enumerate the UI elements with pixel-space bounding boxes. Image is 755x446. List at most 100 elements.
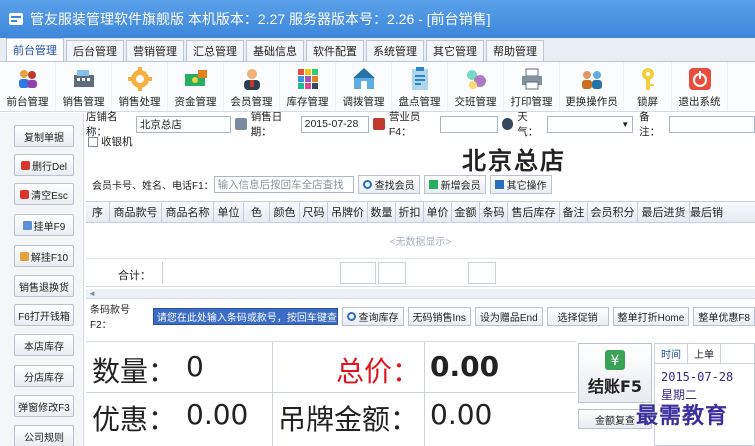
barcode-input[interactable]: 请您在此处输入条码或款号，按回车键查找 — [152, 307, 338, 325]
tab-other[interactable]: 其它管理 — [426, 40, 484, 61]
toolbar-switch-operator-button[interactable]: 更换操作员 — [560, 62, 624, 111]
clerk-field[interactable] — [440, 115, 498, 133]
weather-select[interactable]: ▼ — [547, 115, 634, 133]
info-icon — [494, 179, 504, 189]
set-as-gift-button[interactable]: 设为赠品End — [474, 306, 543, 326]
store-stock-button[interactable]: 本店库存 — [14, 334, 74, 356]
window-titlebar: 管友服装管理软件旗舰版 本机版本：2.27 服务器版本号：2.26 - [前台销… — [0, 0, 755, 38]
toolbar-exit-button[interactable]: 退出系统 — [672, 62, 728, 111]
tab-last-order[interactable]: 上单 — [688, 344, 721, 363]
column-header[interactable]: 色 — [244, 202, 270, 222]
clipboard-icon — [411, 67, 428, 90]
calendar-icon[interactable] — [373, 118, 385, 130]
release-order-button[interactable]: 解挂F10 — [14, 245, 74, 267]
column-header[interactable]: 单位 — [214, 202, 244, 222]
switch-user-icon — [581, 71, 602, 89]
summary-divider — [272, 342, 273, 446]
toolbar-front-desk-button[interactable]: 前台管理 — [0, 62, 56, 111]
tab-front-desk[interactable]: 前台管理 — [6, 38, 64, 61]
clear-button[interactable]: 清空Esc — [14, 183, 74, 205]
total-qty-cell — [340, 262, 376, 284]
no-barcode-sale-button[interactable]: 无码销售Ins — [407, 306, 471, 326]
toolbar-inventory-button[interactable]: 库存管理 — [280, 62, 336, 111]
open-cash-drawer-button[interactable]: F6打开钱箱 — [14, 304, 74, 326]
window-title: 管友服装管理软件旗舰版 本机版本：2.27 服务器版本号：2.26 - [前台销… — [30, 11, 491, 27]
note-label: 备注： — [639, 111, 661, 138]
scroll-left-icon[interactable]: ◄ — [88, 289, 96, 298]
column-header[interactable]: 最后进货 — [638, 202, 690, 222]
printer-icon — [521, 68, 542, 90]
tab-basic-info[interactable]: 基础信息 — [246, 40, 304, 61]
toolbar-member-button[interactable]: 会员管理 — [224, 62, 280, 111]
column-header[interactable]: 商品名称 — [162, 202, 214, 222]
select-promotion-button[interactable]: 选择促销 — [546, 306, 609, 326]
add-member-button[interactable]: 新增会员 — [423, 174, 486, 194]
clear-icon — [20, 189, 30, 199]
popup-edit-button[interactable]: 弹窗修改F3 — [14, 395, 74, 417]
toolbar-print-button[interactable]: 打印管理 — [504, 62, 560, 111]
hold-order-button[interactable]: 挂单F9 — [14, 214, 74, 236]
quantity-value: 0 — [186, 350, 204, 383]
clerk-picker-icon[interactable] — [501, 118, 514, 130]
sales-table-total-row: 合计： — [86, 259, 755, 287]
table-horizontal-scrollbar[interactable]: ◄ — [86, 289, 755, 299]
toolbar-transfer-button[interactable]: 调拨管理 — [336, 62, 392, 111]
find-member-button[interactable]: 查找会员 — [357, 174, 420, 194]
store-picker-icon[interactable] — [235, 118, 247, 130]
toolbar-lock-screen-button[interactable]: 锁屏 — [624, 62, 672, 111]
toolbar-shift-button[interactable]: 交班管理 — [448, 62, 504, 111]
note-field[interactable] — [669, 115, 755, 133]
column-header[interactable]: 单价 — [424, 202, 452, 222]
total-cell — [162, 262, 342, 284]
column-header[interactable]: 颜色 — [270, 202, 300, 222]
search-icon — [346, 311, 356, 321]
total-discount-cell — [378, 262, 406, 284]
order-reduction-button[interactable]: 整单优惠F8 — [693, 306, 755, 326]
column-header[interactable]: 最后销 — [690, 202, 727, 222]
toolbar-sales-processing-button[interactable]: 销售处理 — [112, 62, 168, 111]
tab-help[interactable]: 帮助管理 — [486, 40, 544, 61]
tab-back-office[interactable]: 后台管理 — [66, 40, 124, 61]
column-header[interactable]: 售后库存 — [508, 202, 560, 222]
column-header[interactable]: 备注 — [560, 202, 588, 222]
member-search-label: 会员卡号、姓名、电话F1： — [92, 180, 214, 192]
sales-table-body[interactable]: <无数据显示> — [86, 223, 755, 259]
copy-document-button[interactable]: 复制单据 — [14, 125, 74, 147]
column-header[interactable]: 条码 — [480, 202, 508, 222]
store-name-field[interactable]: 北京总店 — [135, 115, 232, 133]
toolbar-stocktake-button[interactable]: 盘点管理 — [392, 62, 448, 111]
tab-software-config[interactable]: 软件配置 — [306, 40, 364, 61]
cashier-label: 收银机 — [101, 136, 133, 148]
hold-icon — [22, 220, 32, 230]
cashier-checkbox[interactable] — [88, 136, 98, 147]
query-stock-button[interactable]: 查询库存 — [341, 306, 404, 326]
company-rules-button[interactable]: 公司规则 — [14, 425, 74, 446]
member-search-input[interactable]: 输入信息后按回车全店查找 — [213, 175, 354, 193]
toolbar-funds-button[interactable]: 资金管理 — [168, 62, 224, 111]
tab-time[interactable]: 时间 — [655, 344, 688, 363]
order-discount-button[interactable]: 整单打折Home — [612, 306, 690, 326]
toolbar-sales-management-button[interactable]: 销售管理 — [56, 62, 112, 111]
tab-system[interactable]: 系统管理 — [366, 40, 424, 61]
checkout-button[interactable]: ¥ 结账F5 — [578, 343, 652, 403]
user-group-icon — [18, 70, 37, 88]
tab-marketing[interactable]: 营销管理 — [126, 40, 184, 61]
sales-main-area: 店铺名称： 北京总店 销售日期： 2015-07-28 营业员F4： 天气： ▼… — [86, 111, 755, 446]
sale-date-field[interactable]: 2015-07-28 — [300, 115, 370, 133]
column-header[interactable]: 折扣 — [396, 202, 424, 222]
other-actions-button[interactable]: 其它操作 — [489, 174, 552, 194]
column-header[interactable]: 会员积分 — [588, 202, 638, 222]
sales-return-button[interactable]: 销售退换货 — [14, 275, 74, 297]
column-header[interactable]: 吊牌价 — [328, 202, 368, 222]
column-header[interactable]: 序 — [86, 202, 110, 222]
tab-summary[interactable]: 汇总管理 — [186, 40, 244, 61]
column-header[interactable]: 商品款号 — [110, 202, 162, 222]
column-header[interactable]: 金额 — [452, 202, 480, 222]
branch-stock-button[interactable]: 分店库存 — [14, 365, 74, 387]
plus-icon — [428, 179, 438, 189]
delete-row-button[interactable]: 删行Del — [14, 154, 74, 176]
svg-text:¥: ¥ — [611, 353, 620, 369]
column-header[interactable]: 数量 — [368, 202, 396, 222]
column-header[interactable]: 尺码 — [300, 202, 328, 222]
app-icon — [9, 13, 23, 25]
